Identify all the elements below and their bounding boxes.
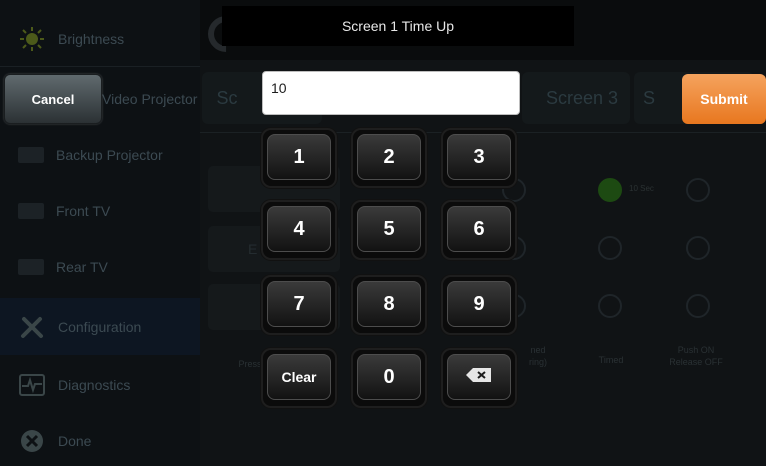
key-1[interactable]: 1: [261, 128, 337, 188]
sidebar-item-label: Done: [58, 432, 92, 449]
radio-button[interactable]: [686, 294, 710, 318]
close-icon: [18, 427, 46, 455]
backspace-button[interactable]: [441, 348, 517, 408]
divider: [0, 66, 200, 67]
tab-label: Screen 3: [545, 87, 619, 108]
key-label: 7: [267, 281, 331, 327]
key-label: 9: [447, 281, 511, 327]
key-6[interactable]: 6: [441, 200, 517, 260]
sidebar-item-done[interactable]: Done: [0, 412, 200, 466]
radio-note: 10 Sec: [629, 184, 654, 193]
radio-button[interactable]: [598, 294, 622, 318]
clear-button[interactable]: Clear: [261, 348, 337, 408]
sidebar-item-configuration[interactable]: Configuration: [0, 298, 200, 355]
sun-icon: [18, 25, 46, 53]
submit-button[interactable]: Submit: [682, 74, 766, 124]
sidebar-item-label: Configuration: [58, 318, 142, 335]
sidebar-item-label: Front TV: [56, 202, 111, 219]
value-display[interactable]: 10: [262, 71, 520, 115]
sidebar-item-label: Backup Projector: [56, 146, 163, 163]
key-4[interactable]: 4: [261, 200, 337, 260]
key-label: 5: [357, 206, 421, 252]
tab-label: Sc: [216, 87, 238, 108]
sidebar-item-label: Diagnostics: [58, 376, 131, 393]
pulse-icon: [18, 371, 46, 399]
key-8[interactable]: 8: [351, 275, 427, 335]
column-label: Timed: [598, 355, 624, 365]
key-label: 0: [357, 354, 421, 400]
dialog-title: Screen 1 Time Up: [222, 6, 574, 46]
radio-button[interactable]: [686, 236, 710, 260]
swatch-icon: [18, 258, 44, 275]
key-3[interactable]: 3: [441, 128, 517, 188]
key-label: 6: [447, 206, 511, 252]
sidebar-item-label: Rear TV: [56, 258, 108, 275]
backspace-icon: [465, 366, 493, 389]
key-label: Clear: [267, 354, 331, 400]
key-label: 3: [447, 134, 511, 180]
radio-button[interactable]: [686, 178, 710, 202]
swatch-icon: [18, 202, 44, 219]
key-label: 4: [267, 206, 331, 252]
sidebar-item-label: Brightness: [58, 30, 125, 47]
column-label: Push ON Release OFF: [669, 345, 723, 367]
column-label: ned ring): [528, 345, 547, 367]
key-label: 1: [267, 134, 331, 180]
sidebar-item-brightness[interactable]: Brightness: [0, 10, 200, 67]
swatch-icon: [18, 146, 44, 163]
key-0[interactable]: 0: [351, 348, 427, 408]
tools-icon: [18, 313, 46, 341]
sidebar-item-front-tv[interactable]: Front TV: [0, 182, 200, 239]
key-9[interactable]: 9: [441, 275, 517, 335]
key-5[interactable]: 5: [351, 200, 427, 260]
sidebar-item-backup-projector[interactable]: Backup Projector: [0, 126, 200, 183]
sidebar-item-diagnostics[interactable]: Diagnostics: [0, 356, 200, 413]
radio-button-selected[interactable]: [598, 178, 622, 202]
tab-label: S: [642, 87, 655, 108]
tab-screen-3[interactable]: Screen 3: [522, 72, 630, 124]
cancel-button[interactable]: Cancel: [4, 74, 102, 124]
sidebar-item-rear-tv[interactable]: Rear TV: [0, 238, 200, 295]
radio-button[interactable]: [598, 236, 622, 260]
key-label: 8: [357, 281, 421, 327]
backspace-face: [447, 354, 511, 400]
key-label: 2: [357, 134, 421, 180]
sidebar-item-label: Video Projector: [102, 90, 198, 107]
key-2[interactable]: 2: [351, 128, 427, 188]
sidebar: Brightness Video Projector Backup Projec…: [0, 0, 200, 466]
bg-button-label: E: [248, 241, 258, 257]
key-7[interactable]: 7: [261, 275, 337, 335]
